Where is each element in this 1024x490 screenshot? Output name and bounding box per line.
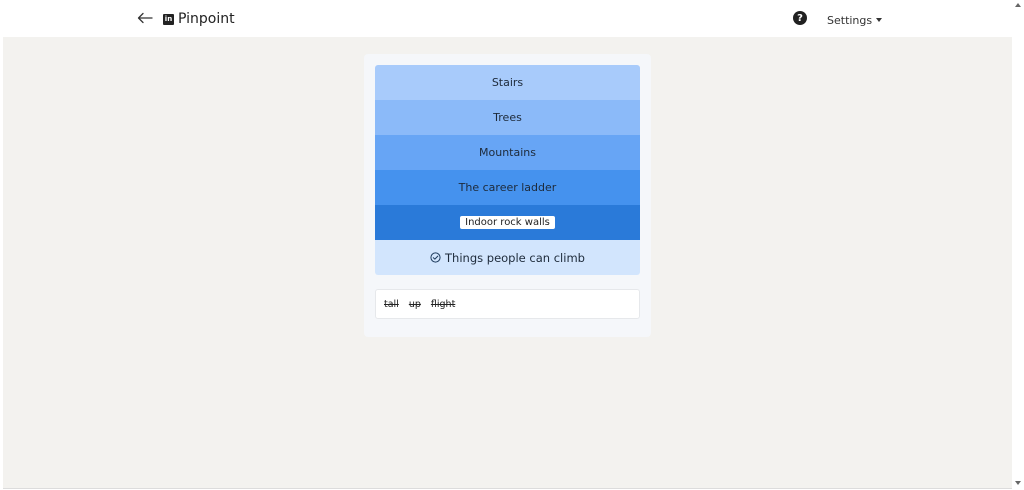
app-viewport: in Pinpoint ? Settings Stairs Trees Moun… [0,0,1012,490]
clue-label: Stairs [491,76,524,89]
answer-row: Things people can climb [375,240,640,275]
vertical-scrollbar[interactable] [1012,0,1024,490]
guess-item: up [408,298,421,310]
clue-row-4[interactable]: The career ladder [375,170,640,205]
app-title: Pinpoint [178,11,235,27]
puzzle-card: Stairs Trees Mountains The career ladder… [364,54,651,337]
caret-down-icon [876,18,883,22]
clue-row-3[interactable]: Mountains [375,135,640,170]
clue-label: Trees [493,111,522,124]
bottom-divider [3,488,1012,489]
clue-row-1[interactable]: Stairs [375,65,640,100]
scroll-up-arrow-icon[interactable] [1015,3,1021,7]
check-circle-icon [430,252,441,263]
help-glyph: ? [797,12,803,24]
answer-text: Things people can climb [445,250,585,265]
scroll-down-arrow-icon[interactable] [1015,481,1021,485]
settings-label: Settings [827,13,873,27]
guess-item: tall [384,298,399,310]
back-button[interactable] [134,6,156,30]
brand[interactable]: in Pinpoint [163,8,235,30]
linkedin-logo-icon: in [163,13,174,25]
main-area: Stairs Trees Mountains The career ladder… [3,37,1012,488]
clue-row-5[interactable]: Indoor rock walls [375,205,640,240]
clue-label-highlighted: Indoor rock walls [460,216,555,229]
arrow-left-icon [137,12,153,24]
settings-dropdown-button[interactable]: Settings [827,12,883,28]
clue-label: The career ladder [458,181,557,194]
top-header: in Pinpoint ? Settings [0,0,1012,37]
clue-row-2[interactable]: Trees [375,100,640,135]
guess-item: flight [430,298,456,310]
clue-label: Mountains [479,146,536,159]
clue-stack: Stairs Trees Mountains The career ladder… [375,65,640,275]
guess-history: tall up flight [375,289,640,319]
question-circle-icon[interactable]: ? [793,11,807,25]
